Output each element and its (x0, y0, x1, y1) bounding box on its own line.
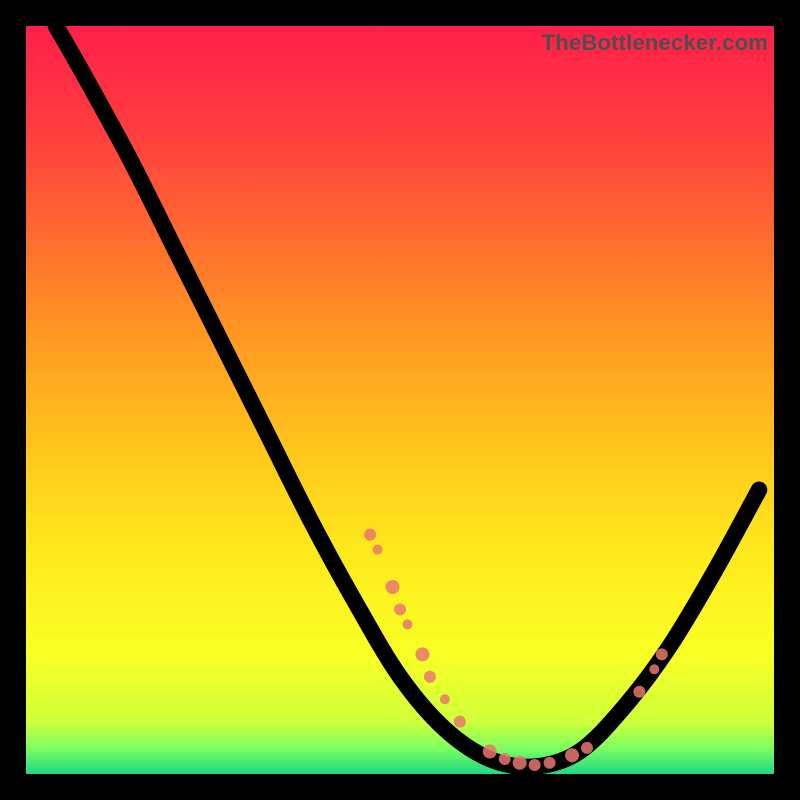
curve-marker (656, 648, 668, 660)
curve-marker (565, 748, 579, 762)
curve-marker (373, 545, 383, 555)
curve-marker (544, 757, 556, 769)
curve-marker (649, 664, 659, 674)
curve-marker (364, 529, 376, 541)
curve-marker (402, 619, 412, 629)
bottleneck-curve-svg (26, 26, 774, 774)
curve-marker (529, 759, 541, 771)
curve-marker (581, 742, 593, 754)
curve-marker (454, 716, 466, 728)
curve-marker (499, 753, 511, 765)
curve-marker (386, 580, 400, 594)
plot-frame: TheBottlenecker.com (26, 26, 774, 774)
marker-group (364, 529, 668, 771)
curve-marker (394, 603, 406, 615)
curve-marker (415, 647, 429, 661)
curve-marker (633, 686, 645, 698)
curve-marker (424, 671, 436, 683)
curve-marker (440, 694, 450, 704)
bottleneck-curve-path (56, 26, 759, 767)
curve-marker (513, 756, 527, 770)
curve-marker (483, 745, 497, 759)
